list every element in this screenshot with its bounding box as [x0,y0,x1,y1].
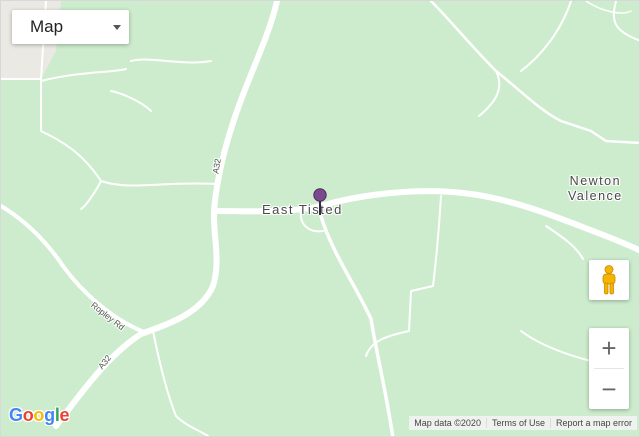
map-type-label: Map [30,17,64,36]
lane [110,90,152,112]
map-data-text: Map data ©2020 [414,418,481,428]
map-viewport[interactable]: Map A32 Ropley Rd A32 East Tisted Newton… [0,0,640,437]
terms-of-use-link[interactable]: Terms of Use [485,418,550,428]
lane [130,58,212,64]
lane [429,1,639,145]
location-pin-icon[interactable] [313,188,327,216]
road-ropley [1,204,148,335]
road-south [319,214,395,436]
lane [40,68,127,82]
lane [545,225,584,260]
lane [80,180,102,210]
lane [365,195,442,357]
place-label-newton-valence[interactable]: Newton Valence [568,174,623,204]
zoom-control: + − [589,328,629,409]
lane [152,330,210,436]
google-logo[interactable]: Google [9,405,70,426]
zoom-in-button[interactable]: + [589,328,629,368]
map-roads-layer [1,1,639,436]
lane [478,70,501,117]
report-map-error-link[interactable]: Report a map error [549,418,637,428]
lane [585,1,632,14]
zoom-out-button[interactable]: − [589,369,629,409]
place-label-line: Valence [568,189,623,203]
lane [612,1,639,42]
lane [520,330,592,362]
place-label-line: Newton [569,174,622,188]
map-type-dropdown[interactable]: Map [12,10,129,44]
attribution-bar: Map data ©2020 Terms of Use Report a map… [409,416,637,430]
street-view-button[interactable] [589,260,629,300]
lane [520,1,572,72]
place-label-east-tisted[interactable]: East Tisted [262,202,343,217]
pegman-icon [602,265,616,295]
caret-down-icon [113,24,121,30]
